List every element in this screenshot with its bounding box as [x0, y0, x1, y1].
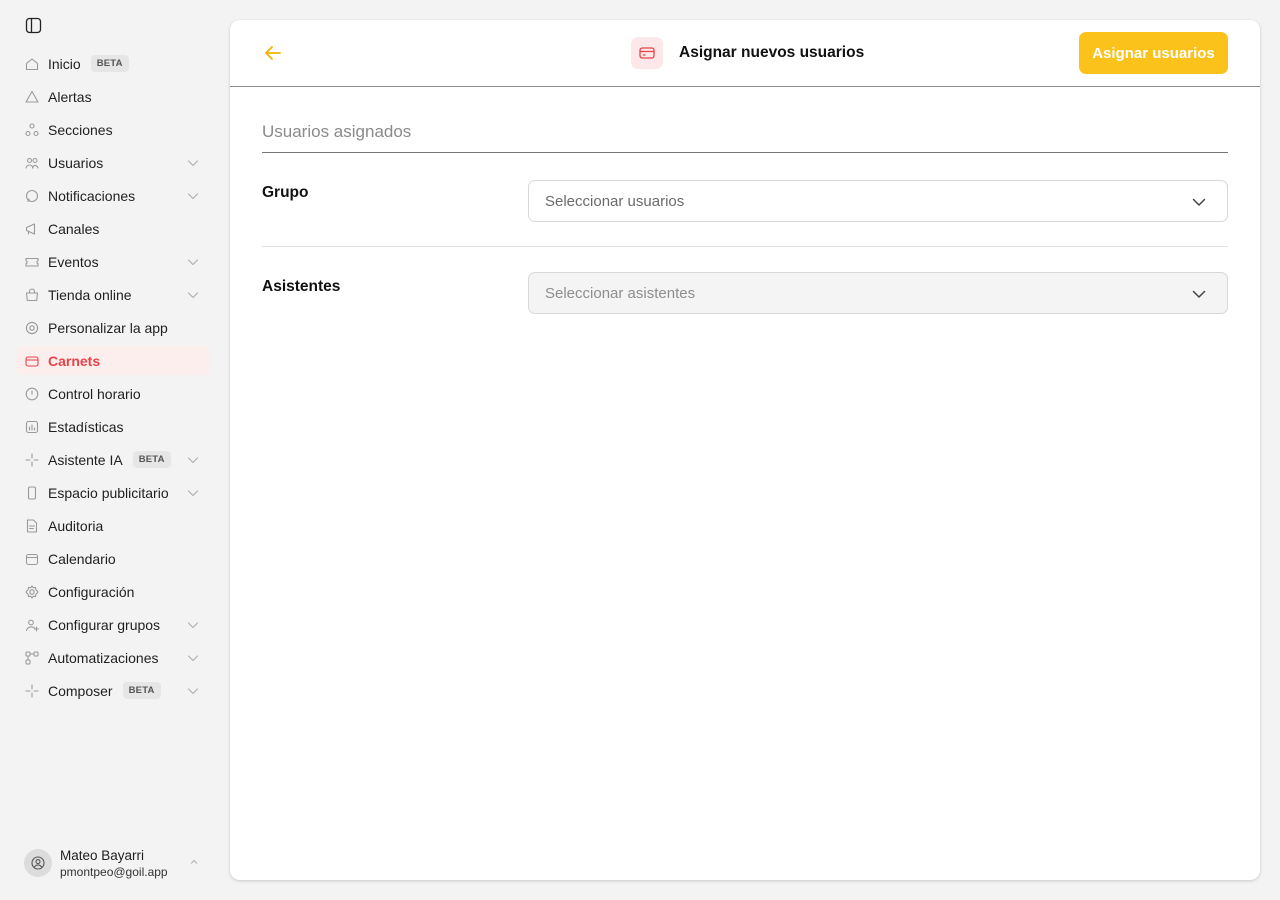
sections-icon	[24, 122, 40, 138]
sidebar-item-carnets[interactable]: Carnets	[16, 346, 210, 375]
sidebar-item-label: Configurar grupos	[48, 616, 161, 633]
beta-badge: BETA	[132, 451, 171, 468]
back-arrow-icon[interactable]	[262, 42, 284, 64]
user-menu[interactable]: Mateo Bayarri pmontpeo@goil.app	[24, 846, 204, 880]
sidebar-item-inicio[interactable]: Inicio BETA	[16, 49, 210, 78]
card-icon	[24, 353, 40, 369]
sidebar-item-estadisticas[interactable]: Estadísticas	[16, 412, 210, 441]
chevron-down-icon	[187, 490, 199, 497]
sidebar-item-label: Inicio	[48, 55, 81, 72]
avatar	[24, 849, 52, 877]
chevron-down-icon	[187, 688, 199, 695]
attendees-select[interactable]: Seleccionar asistentes	[528, 272, 1228, 314]
chevron-down-icon	[1192, 290, 1206, 298]
group-select-placeholder: Seleccionar usuarios	[545, 192, 685, 210]
sidebar: Inicio BETA Alertas Secciones Usuarios Notifi…	[0, 0, 218, 900]
sidebar-item-label: Canales	[48, 220, 100, 237]
sidebar-item-label: Eventos	[48, 253, 99, 270]
megaphone-icon	[24, 221, 40, 237]
chevron-down-icon	[187, 193, 199, 200]
chevron-down-icon	[1192, 198, 1206, 206]
group-select[interactable]: Seleccionar usuarios	[528, 180, 1228, 222]
sidebar-item-label: Composer	[48, 682, 113, 699]
settings-icon	[24, 584, 40, 600]
sidebar-item-canales[interactable]: Canales	[16, 214, 210, 243]
beta-badge: BETA	[122, 682, 161, 699]
user-email: pmontpeo@goil.app	[60, 864, 168, 879]
sidebar-item-espacio-publicitario[interactable]: Espacio publicitario	[16, 478, 210, 507]
chat-icon	[24, 188, 40, 204]
sidebar-item-label: Configuración	[48, 583, 135, 600]
sidebar-item-configuracion[interactable]: Configuración	[16, 577, 210, 606]
group-row: Grupo Seleccionar usuarios	[262, 153, 1228, 247]
beta-badge: BETA	[90, 55, 129, 72]
sidebar-item-tienda-online[interactable]: Tienda online	[16, 280, 210, 309]
sparkle-icon	[24, 452, 40, 468]
sidebar-item-label: Auditoria	[48, 517, 104, 534]
page-title: Asignar nuevos usuarios	[679, 44, 865, 61]
sidebar-item-secciones[interactable]: Secciones	[16, 115, 210, 144]
sidebar-item-notificaciones[interactable]: Notificaciones	[16, 181, 210, 210]
cog-icon	[24, 320, 40, 336]
sidebar-toggle-icon[interactable]	[25, 17, 42, 34]
sidebar-item-auditoria[interactable]: Auditoria	[16, 511, 210, 540]
sidebar-item-asistente-ia[interactable]: Asistente IA BETA	[16, 445, 210, 474]
sidebar-item-alertas[interactable]: Alertas	[16, 82, 210, 111]
chevron-down-icon	[187, 655, 199, 662]
clock-icon	[24, 386, 40, 402]
document-icon	[24, 518, 40, 534]
sidebar-item-label: Automatizaciones	[48, 649, 159, 666]
calendar-icon	[24, 551, 40, 567]
ticket-icon	[24, 254, 40, 270]
attendees-select-placeholder: Seleccionar asistentes	[545, 284, 696, 302]
user-name: Mateo Bayarri	[60, 847, 145, 863]
panel-body: Usuarios asignados Grupo Seleccionar usu…	[262, 87, 1228, 341]
sidebar-item-automatizaciones[interactable]: Automatizaciones	[16, 643, 210, 672]
sidebar-item-label: Estadísticas	[48, 418, 124, 435]
sidebar-item-control-horario[interactable]: Control horario	[16, 379, 210, 408]
assign-users-button[interactable]: Asignar usuarios	[1079, 32, 1228, 74]
sidebar-nav: Inicio BETA Alertas Secciones Usuarios Notifi…	[16, 49, 210, 709]
sidebar-item-personalizar-la-app[interactable]: Personalizar la app	[16, 313, 210, 342]
chevron-down-icon	[187, 622, 199, 629]
sidebar-item-label: Secciones	[48, 121, 113, 138]
sidebar-item-composer[interactable]: Composer BETA	[16, 676, 210, 705]
sidebar-item-configurar-grupos[interactable]: Configurar grupos	[16, 610, 210, 639]
chevron-up-icon	[190, 859, 198, 864]
group-icon	[24, 617, 40, 633]
chevron-down-icon	[187, 259, 199, 266]
sidebar-item-label: Control horario	[48, 385, 141, 402]
attendees-label: Asistentes	[262, 278, 341, 295]
sidebar-item-usuarios[interactable]: Usuarios	[16, 148, 210, 177]
chart-icon	[24, 419, 40, 435]
sidebar-item-label: Calendario	[48, 550, 116, 567]
sidebar-item-eventos[interactable]: Eventos	[16, 247, 210, 276]
sidebar-item-label: Alertas	[48, 88, 92, 105]
sidebar-item-label: Espacio publicitario	[48, 484, 169, 501]
sidebar-item-label: Notificaciones	[48, 187, 136, 204]
shop-icon	[24, 287, 40, 303]
card-icon	[631, 37, 663, 69]
chevron-down-icon	[187, 457, 199, 464]
sparkle-icon	[24, 683, 40, 699]
phone-icon	[24, 485, 40, 501]
flow-icon	[24, 650, 40, 666]
main-panel: Asignar nuevos usuarios Asignar usuarios…	[230, 20, 1260, 880]
chevron-down-icon	[187, 160, 199, 167]
users-icon	[24, 155, 40, 171]
panel-header: Asignar nuevos usuarios Asignar usuarios	[230, 20, 1260, 87]
sidebar-item-label: Carnets	[48, 352, 101, 369]
alert-icon	[24, 89, 40, 105]
sidebar-item-label: Tienda online	[48, 286, 132, 303]
sidebar-item-calendario[interactable]: Calendario	[16, 544, 210, 573]
home-icon	[24, 56, 40, 72]
chevron-down-icon	[187, 292, 199, 299]
group-label: Grupo	[262, 184, 309, 201]
sidebar-item-label: Usuarios	[48, 154, 104, 171]
attendees-row: Asistentes Seleccionar asistentes	[262, 247, 1228, 341]
sidebar-item-label: Asistente IA	[48, 451, 123, 468]
sidebar-item-label: Personalizar la app	[48, 319, 168, 336]
section-title: Usuarios asignados	[262, 122, 1228, 153]
